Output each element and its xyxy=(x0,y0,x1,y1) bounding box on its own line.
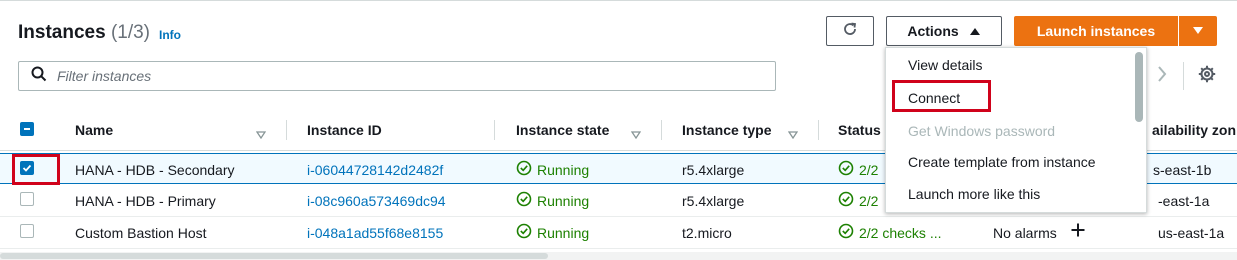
select-all-checkbox[interactable] xyxy=(20,122,34,136)
column-header-instance-state[interactable]: Instance state xyxy=(516,122,609,138)
plus-icon[interactable] xyxy=(1070,222,1086,241)
search-icon xyxy=(31,66,47,87)
check-circle-icon xyxy=(516,191,532,210)
availability-zone: s-east-1b xyxy=(1153,162,1212,178)
instance-id-link[interactable]: i-08c960a573469dc94 xyxy=(307,193,446,209)
check-circle-icon xyxy=(838,223,854,242)
refresh-button[interactable] xyxy=(826,16,874,46)
instance-name: HANA - HDB - Secondary xyxy=(75,162,235,178)
status-label: 2/2 xyxy=(859,161,879,178)
row-checkbox[interactable] xyxy=(20,161,34,175)
menu-item-connect[interactable]: Connect xyxy=(908,90,960,106)
launch-options-button[interactable] xyxy=(1179,16,1217,46)
column-divider[interactable] xyxy=(818,120,819,140)
column-divider[interactable] xyxy=(286,120,287,140)
sort-down-icon[interactable] xyxy=(630,126,642,144)
availability-zone: -east-1a xyxy=(1158,193,1210,209)
next-page-button[interactable] xyxy=(1152,64,1172,88)
status-check: 2/2 xyxy=(838,160,878,179)
check-circle-icon xyxy=(516,223,532,242)
column-header-availability-zone[interactable]: ailability zon xyxy=(1152,122,1236,138)
caret-down-icon xyxy=(1192,22,1204,40)
status-check: 2/2 checks ... xyxy=(838,223,941,242)
column-header-status-check[interactable]: Status xyxy=(838,122,881,138)
status-check: 2/2 xyxy=(838,191,878,210)
gear-icon xyxy=(1198,65,1216,88)
instance-state: Running xyxy=(516,160,589,179)
caret-up-icon xyxy=(969,23,981,39)
menu-item-launch-more[interactable]: Launch more like this xyxy=(908,186,1040,202)
column-header-instance-id[interactable]: Instance ID xyxy=(307,122,382,138)
column-header-name[interactable]: Name xyxy=(75,122,113,138)
instance-name: Custom Bastion Host xyxy=(75,225,207,241)
launch-instances-button[interactable]: Launch instances xyxy=(1014,16,1178,46)
instance-id-link[interactable]: i-048a1ad55f68e8155 xyxy=(307,225,443,241)
instance-type: t2.micro xyxy=(682,225,732,241)
instance-id-link[interactable]: i-06044728142d2482f xyxy=(307,162,443,178)
row-checkbox[interactable] xyxy=(20,192,34,206)
row-checkbox[interactable] xyxy=(20,224,34,238)
instance-state: Running xyxy=(516,191,589,210)
state-label: Running xyxy=(537,161,590,178)
instance-type: r5.4xlarge xyxy=(682,193,745,209)
menu-item-create-template[interactable]: Create template from instance xyxy=(908,154,1096,170)
menu-item-view-details[interactable]: View details xyxy=(908,57,982,73)
column-header-instance-type[interactable]: Instance type xyxy=(682,122,771,138)
info-link[interactable]: Info xyxy=(159,28,181,42)
preferences-button[interactable] xyxy=(1196,65,1218,87)
menu-scrollbar[interactable] xyxy=(1135,52,1143,122)
menu-item-get-windows-password: Get Windows password xyxy=(908,123,1056,139)
horizontal-scrollbar-thumb[interactable] xyxy=(0,253,548,259)
search-input[interactable] xyxy=(55,67,739,85)
column-divider[interactable] xyxy=(494,120,495,140)
top-border xyxy=(0,0,1237,1)
actions-label: Actions xyxy=(907,23,959,39)
chevron-right-icon xyxy=(1157,65,1167,88)
status-label: 2/2 xyxy=(859,192,879,209)
actions-button[interactable]: Actions xyxy=(886,16,1002,46)
check-circle-icon xyxy=(516,160,532,179)
alarm-status: No alarms xyxy=(993,225,1057,241)
sort-down-icon[interactable] xyxy=(787,126,799,144)
sort-down-icon[interactable] xyxy=(255,126,267,144)
table-row[interactable]: Custom Bastion Host i-048a1ad55f68e8155 … xyxy=(0,217,1237,249)
refresh-icon xyxy=(842,21,858,42)
availability-zone: us-east-1a xyxy=(1158,225,1225,241)
check-circle-icon xyxy=(838,160,854,179)
actions-menu: View details Connect Get Windows passwor… xyxy=(885,47,1147,213)
selection-count: (1/3) xyxy=(110,22,151,43)
state-label: Running xyxy=(537,192,590,209)
column-divider[interactable] xyxy=(661,120,662,140)
title-text: Instances xyxy=(18,22,106,43)
status-label: 2/2 checks ... xyxy=(859,224,942,241)
instance-type: r5.4xlarge xyxy=(682,162,745,178)
check-circle-icon xyxy=(838,191,854,210)
page-title: Instances (1/3) xyxy=(18,22,150,44)
state-label: Running xyxy=(537,224,590,241)
filter-bar xyxy=(18,61,776,91)
pager-divider xyxy=(1183,62,1184,90)
instance-name: HANA - HDB - Primary xyxy=(75,193,216,209)
instance-state: Running xyxy=(516,223,589,242)
